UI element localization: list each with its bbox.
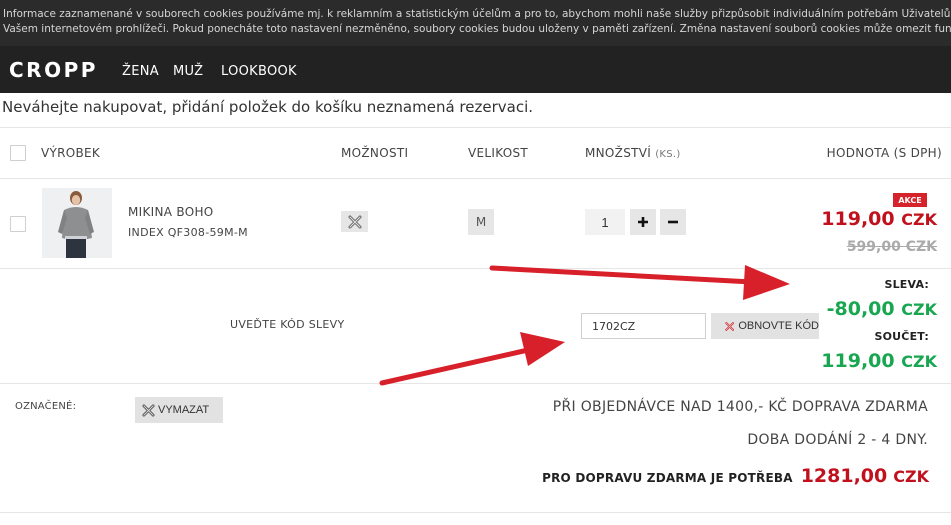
select-all-checkbox[interactable] bbox=[10, 145, 26, 161]
total-amount: 119,00 bbox=[821, 350, 895, 372]
item-old-price: 599,00 CZK bbox=[846, 239, 937, 255]
free-shipping-amount: 1281,00 bbox=[800, 465, 888, 487]
delivery-time: DOBA DODÁNÍ 2 - 4 DNY. bbox=[747, 432, 928, 448]
product-image[interactable] bbox=[42, 188, 112, 258]
total-currency: CZK bbox=[901, 352, 937, 371]
header-quantity-label: MNOŽSTVÍ bbox=[585, 146, 652, 160]
delete-selected-button[interactable]: VYMAZAT bbox=[135, 397, 223, 423]
cookie-bar: Informace zaznamenané v souborech cookie… bbox=[0, 0, 951, 46]
nav-link-lookbook[interactable]: LOOKBOOK bbox=[221, 64, 297, 79]
size-selector[interactable]: M bbox=[468, 209, 494, 235]
x-icon bbox=[725, 321, 734, 331]
divider bbox=[0, 178, 951, 179]
x-icon bbox=[348, 215, 361, 228]
discount-currency: CZK bbox=[901, 300, 937, 319]
header-product: VÝROBEK bbox=[41, 146, 101, 160]
sale-badge: AKCE bbox=[893, 193, 927, 207]
header-options: MOŽNOSTI bbox=[341, 146, 409, 160]
increase-quantity-button[interactable] bbox=[630, 209, 656, 235]
header-value: HODNOTA (S DPH) bbox=[826, 146, 942, 160]
total-value: 119,00 CZK bbox=[821, 350, 937, 372]
product-photo-illustration bbox=[42, 188, 112, 258]
quantity-input[interactable] bbox=[585, 209, 625, 235]
plus-icon bbox=[638, 217, 648, 227]
total-label: SOUČET: bbox=[874, 330, 929, 343]
divider bbox=[0, 127, 951, 128]
item-checkbox[interactable] bbox=[10, 216, 26, 232]
divider bbox=[0, 383, 951, 384]
divider bbox=[0, 512, 951, 513]
divider bbox=[0, 268, 951, 269]
free-shipping-threshold: PŘI OBJEDNÁVCE NAD 1400,- KČ DOPRAVA ZDA… bbox=[552, 399, 928, 415]
marked-label: OZNAČENÉ: bbox=[15, 401, 77, 412]
free-shipping-label: PRO DOPRAVU ZDARMA JE POTŘEBA bbox=[542, 471, 793, 485]
free-shipping-currency: CZK bbox=[893, 467, 929, 486]
item-price-value: 119,00 bbox=[821, 208, 895, 230]
renew-code-label: OBNOVTE KÓD bbox=[738, 320, 819, 332]
cropp-logo[interactable]: CROPP bbox=[9, 58, 98, 82]
arrow-to-discount bbox=[489, 265, 790, 300]
discount-label: SLEVA: bbox=[884, 278, 929, 291]
cookie-text-line-2: Vašem internetovém prohlížeči. Pokud pon… bbox=[3, 23, 951, 35]
arrow-to-code-input bbox=[379, 332, 565, 386]
item-price-currency: CZK bbox=[901, 210, 937, 229]
cookie-text-line-1: Informace zaznamenané v souborech cookie… bbox=[3, 8, 951, 20]
nav-link-muz[interactable]: MUŽ bbox=[173, 64, 203, 79]
discount-code-label: UVEĎTE KÓD SLEVY bbox=[230, 318, 345, 331]
minus-icon bbox=[668, 220, 678, 224]
main-navbar: CROPP ŽENA MUŽ LOOKBOOK bbox=[0, 46, 951, 93]
delete-selected-label: VYMAZAT bbox=[158, 404, 210, 416]
product-name[interactable]: MIKINA BOHO bbox=[128, 205, 214, 219]
remove-option-button[interactable] bbox=[341, 211, 368, 232]
discount-value: -80,00 CZK bbox=[827, 298, 937, 320]
header-size: VELIKOST bbox=[468, 146, 529, 160]
discount-amount: -80,00 bbox=[826, 298, 895, 320]
x-icon bbox=[142, 403, 155, 417]
header-quantity-unit: (KS.) bbox=[655, 149, 681, 160]
renew-code-button[interactable]: OBNOVTE KÓD bbox=[711, 313, 819, 339]
header-quantity: MNOŽSTVÍ (KS.) bbox=[585, 146, 681, 160]
nav-link-zena[interactable]: ŽENA bbox=[122, 64, 159, 79]
decrease-quantity-button[interactable] bbox=[660, 209, 686, 235]
free-shipping-remaining: PRO DOPRAVU ZDARMA JE POTŘEBA 1281,00 CZ… bbox=[542, 465, 929, 487]
discount-code-input[interactable] bbox=[581, 313, 706, 339]
item-price: 119,00 CZK bbox=[821, 208, 937, 230]
reservation-notice: Neváhejte nakupovat, přidání položek do … bbox=[2, 98, 534, 116]
product-index: INDEX QF308-59M-M bbox=[128, 226, 248, 239]
